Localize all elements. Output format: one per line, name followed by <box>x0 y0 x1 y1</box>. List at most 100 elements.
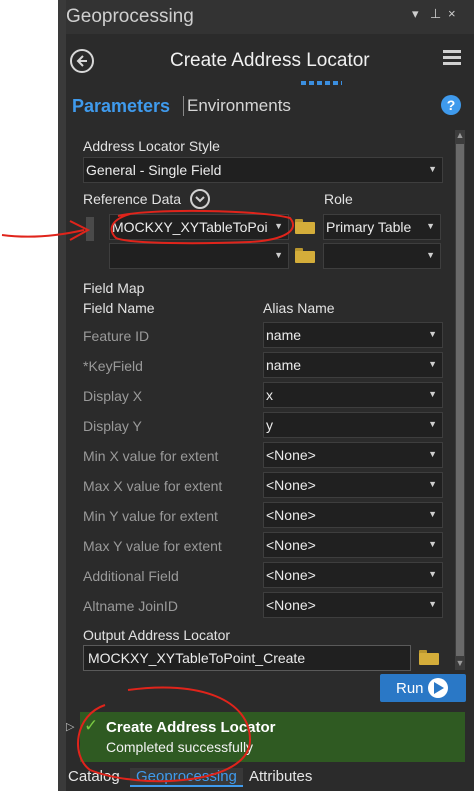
scroll-thumb[interactable] <box>456 144 464 656</box>
chevron-down-icon: ▼ <box>274 221 283 231</box>
parameters-panel: Address Locator Style General - Single F… <box>66 130 462 671</box>
chevron-down-icon: ▼ <box>428 599 437 609</box>
expand-status-icon[interactable]: ▷ <box>66 720 74 733</box>
chevron-down-icon: ▼ <box>428 479 437 489</box>
style-value: General - Single Field <box>86 162 222 178</box>
expand-icon[interactable] <box>190 189 210 209</box>
alias-dropdown[interactable]: <None> ▼ <box>263 502 443 528</box>
field-name: Min Y value for extent <box>83 508 218 524</box>
run-button[interactable]: Run <box>380 674 466 702</box>
alias-dropdown[interactable]: <None> ▼ <box>263 532 443 558</box>
field-name: Display Y <box>83 418 142 434</box>
chevron-down-icon: ▼ <box>428 164 437 174</box>
output-locator-input[interactable]: MOCKXY_XYTableToPoint_Create <box>83 645 411 671</box>
alias-value: name <box>266 357 302 373</box>
tab-catalog[interactable]: Catalog <box>68 768 120 785</box>
alias-dropdown[interactable]: <None> ▼ <box>263 442 443 468</box>
chevron-down-icon: ▼ <box>428 389 437 399</box>
tool-title: Create Address Locator <box>170 50 370 71</box>
scroll-down-icon[interactable]: ▼ <box>455 658 465 670</box>
alias-value: x <box>266 387 273 403</box>
role-label: Role <box>324 191 353 207</box>
alias-value: <None> <box>266 507 316 523</box>
checkmark-icon: ✓ <box>84 716 99 735</box>
folder-icon[interactable] <box>295 219 315 234</box>
tool-header: Create Address Locator <box>66 34 474 90</box>
folder-icon[interactable] <box>295 248 315 263</box>
style-dropdown[interactable]: General - Single Field ▼ <box>83 157 443 183</box>
role-value: Primary Table <box>326 219 412 235</box>
status-message: Completed successfully <box>106 739 254 755</box>
reference-data-label: Reference Data <box>83 191 182 207</box>
pin-icon[interactable]: ⊥ <box>430 6 441 22</box>
alias-dropdown[interactable]: <None> ▼ <box>263 562 443 588</box>
field-name: Altname JoinID <box>83 598 178 614</box>
alias-dropdown[interactable]: x ▼ <box>263 382 443 408</box>
chevron-down-icon: ▼ <box>428 329 437 339</box>
alias-dropdown[interactable]: name ▼ <box>263 352 443 378</box>
alias-dropdown[interactable]: name ▼ <box>263 322 443 348</box>
chevron-down-icon: ▼ <box>426 250 435 260</box>
geoprocessing-pane: Geoprocessing ▾ ⊥ × Create Address Locat… <box>58 0 474 791</box>
tab-environments[interactable]: Environments <box>187 96 291 116</box>
field-map-label: Field Map <box>83 280 145 296</box>
pane-options-icon[interactable]: ▾ <box>412 6 419 22</box>
alias-value: <None> <box>266 447 316 463</box>
style-label: Address Locator Style <box>83 138 220 154</box>
close-icon[interactable]: × <box>448 6 456 21</box>
alias-dropdown[interactable]: <None> ▼ <box>263 472 443 498</box>
output-locator-value: MOCKXY_XYTableToPoint_Create <box>88 650 306 666</box>
status-banner[interactable]: ✓ Create Address Locator Completed succe… <box>80 712 465 762</box>
pane-title: Geoprocessing <box>66 6 194 27</box>
chevron-down-icon: ▼ <box>428 419 437 429</box>
field-name: Max X value for extent <box>83 478 223 494</box>
scroll-up-icon[interactable]: ▲ <box>455 130 465 142</box>
reference-table-value: MOCKXY_XYTableToPoi <box>112 219 268 235</box>
alias-dropdown[interactable]: <None> ▼ <box>263 592 443 618</box>
reference-table-dropdown-empty[interactable]: ▼ <box>109 243 289 269</box>
field-name: *KeyField <box>83 358 143 374</box>
pane-titlebar: Geoprocessing ▾ ⊥ × <box>66 0 474 34</box>
role-dropdown[interactable]: Primary Table ▼ <box>323 214 441 240</box>
chevron-down-icon: ▼ <box>428 509 437 519</box>
role-dropdown-empty[interactable]: ▼ <box>323 243 441 269</box>
tool-tabs: Parameters Environments ? <box>66 92 474 122</box>
tab-separator <box>183 96 184 116</box>
field-name: Max Y value for extent <box>83 538 222 554</box>
progress-dots <box>301 81 342 85</box>
alias-value: <None> <box>266 537 316 553</box>
help-icon[interactable]: ? <box>441 95 461 115</box>
alias-value: <None> <box>266 597 316 613</box>
folder-icon[interactable] <box>419 650 439 665</box>
chevron-down-icon: ▼ <box>428 539 437 549</box>
play-icon <box>428 678 448 698</box>
output-locator-label: Output Address Locator <box>83 627 231 643</box>
back-icon[interactable] <box>70 49 94 73</box>
field-name: Display X <box>83 388 143 404</box>
alias-value: <None> <box>266 477 316 493</box>
row-handle[interactable] <box>86 217 94 241</box>
alias-value: name <box>266 327 302 343</box>
field-name-header: Field Name <box>83 300 155 316</box>
menu-icon[interactable] <box>443 50 461 66</box>
pane-edge <box>58 0 66 791</box>
chevron-down-icon: ▼ <box>428 569 437 579</box>
tab-attributes[interactable]: Attributes <box>249 768 312 785</box>
chevron-down-icon: ▼ <box>274 250 283 260</box>
chevron-down-icon: ▼ <box>428 359 437 369</box>
status-title: Create Address Locator <box>106 719 276 736</box>
field-name: Additional Field <box>83 568 179 584</box>
reference-table-dropdown[interactable]: MOCKXY_XYTableToPoi ▼ <box>109 214 289 240</box>
tab-geoprocessing[interactable]: Geoprocessing <box>130 768 243 787</box>
alias-value: <None> <box>266 567 316 583</box>
alias-dropdown[interactable]: y ▼ <box>263 412 443 438</box>
alias-name-header: Alias Name <box>263 300 335 316</box>
scrollbar[interactable]: ▲ ▼ <box>455 130 465 670</box>
bottom-tabs: Catalog Geoprocessing Attributes <box>66 764 474 791</box>
field-name: Min X value for extent <box>83 448 219 464</box>
chevron-down-icon: ▼ <box>428 449 437 459</box>
field-name: Feature ID <box>83 328 150 344</box>
alias-value: y <box>266 417 273 433</box>
tab-parameters[interactable]: Parameters <box>72 96 170 117</box>
run-label: Run <box>396 680 424 697</box>
